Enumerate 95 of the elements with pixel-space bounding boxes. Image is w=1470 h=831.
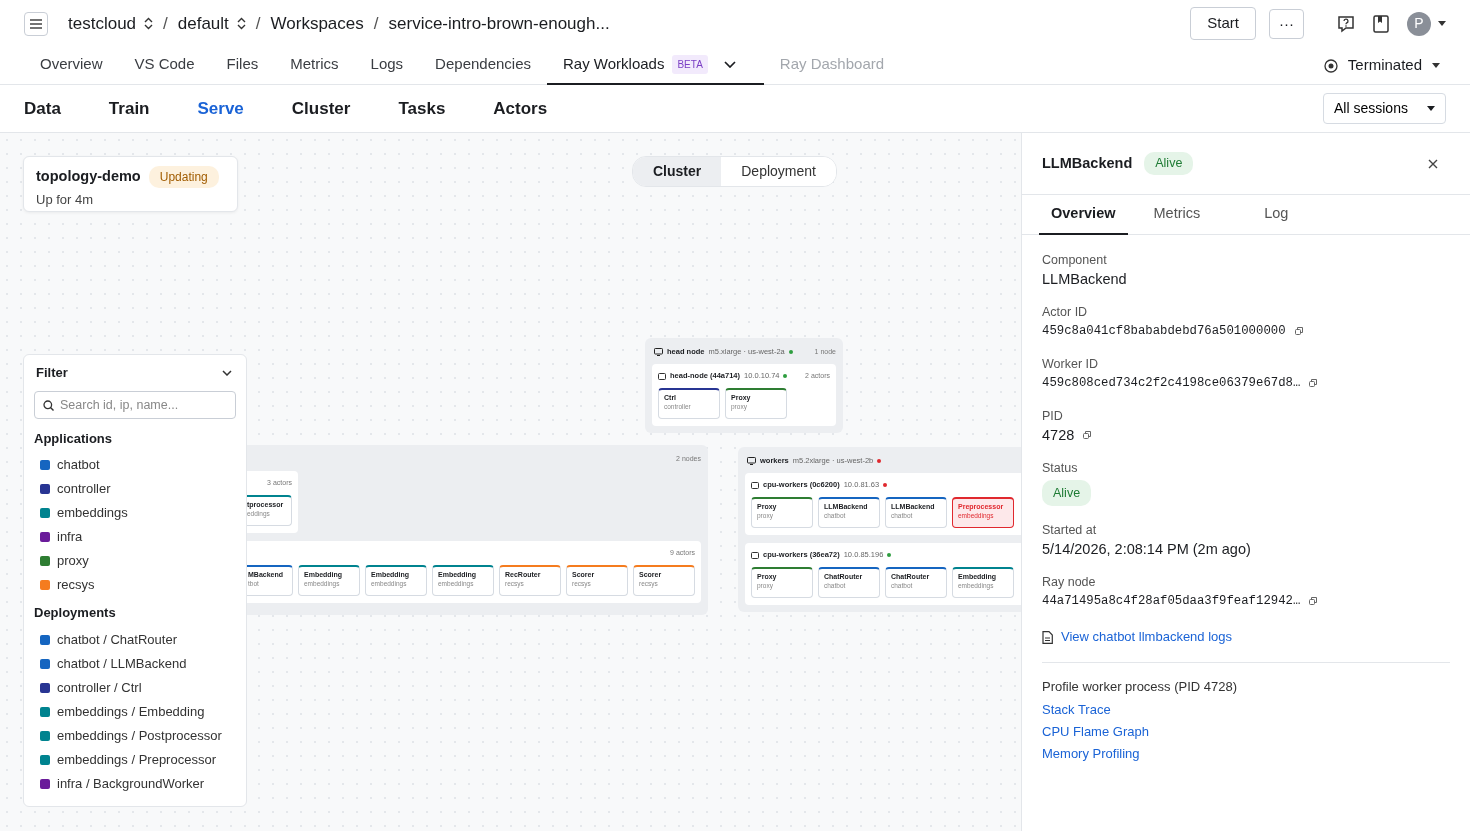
filter-option[interactable]: chatbot xyxy=(57,455,100,475)
section-tab[interactable]: Tasks xyxy=(398,95,446,122)
filter-option[interactable]: embeddings / Postprocessor xyxy=(57,725,222,746)
filter-option[interactable]: controller / Ctrl xyxy=(57,677,142,698)
breadcrumb-link[interactable]: service-intro-brown-enough... xyxy=(388,10,610,37)
section-tab[interactable]: Train xyxy=(108,95,150,122)
bookmark-book-icon[interactable] xyxy=(1373,14,1389,33)
section-tab[interactable]: Serve xyxy=(197,95,244,122)
more-button[interactable]: ··· xyxy=(1269,8,1304,39)
nav-tab[interactable]: Overview xyxy=(24,46,119,85)
field-label: Status xyxy=(1042,460,1079,476)
profile-link[interactable]: CPU Flame Graph xyxy=(1042,720,1149,743)
switcher-icon[interactable] xyxy=(144,17,154,30)
field-value: 44a71495a8c4f28af05daa3f9feaf12942… xyxy=(1042,593,1301,610)
breadcrumb-link[interactable]: testcloud xyxy=(68,10,137,37)
service-name: topology-demo xyxy=(36,167,141,187)
search-icon xyxy=(43,399,54,411)
field-label: Component xyxy=(1042,252,1108,268)
profile-link[interactable]: Stack Trace xyxy=(1042,698,1111,721)
menu-button[interactable] xyxy=(24,11,48,36)
copy-icon[interactable] xyxy=(1294,327,1303,335)
chevron-down-icon xyxy=(723,61,736,68)
switcher-icon[interactable] xyxy=(236,17,246,30)
field-value: 4728 xyxy=(1042,426,1075,445)
copy-icon[interactable] xyxy=(1083,431,1092,439)
nav-tab[interactable]: Metrics xyxy=(274,46,355,85)
field-label: Ray node xyxy=(1042,574,1097,590)
filter-option[interactable]: chatbot / LLMBackend xyxy=(57,653,187,674)
breadcrumb-separator: / xyxy=(163,12,168,35)
breadcrumb-link[interactable]: Workspaces xyxy=(270,10,364,37)
status-badge: Alive xyxy=(1042,480,1092,506)
close-button[interactable] xyxy=(1428,158,1438,169)
detail-tab[interactable]: Metrics xyxy=(1141,195,1213,235)
uptime-text: Up for 4m xyxy=(36,191,95,209)
field-value: 5/14/2026, 2:08:14 PM (2m ago) xyxy=(1042,540,1251,559)
profile-link[interactable]: Memory Profiling xyxy=(1042,742,1140,765)
filter-option[interactable]: infra xyxy=(57,527,83,547)
detail-tab[interactable]: Overview xyxy=(1039,195,1128,235)
logs-link[interactable]: View chatbot llmbackend logs xyxy=(1061,626,1233,648)
monitor-icon xyxy=(747,457,756,465)
document-icon xyxy=(1042,630,1053,644)
section-heading: Deployments xyxy=(34,604,117,622)
filter-option[interactable]: embeddings / Embedding xyxy=(57,701,205,722)
help-icon[interactable] xyxy=(1337,14,1355,33)
node-square-icon xyxy=(751,551,759,559)
caret-icon xyxy=(1432,63,1440,68)
section-tab[interactable]: Data xyxy=(24,95,61,122)
search-field[interactable]: Search id, ip, name... xyxy=(34,390,236,419)
status-badge: Alive xyxy=(1144,152,1194,175)
filter-option[interactable]: chatbot / ChatRouter xyxy=(57,629,177,650)
nav-tab[interactable]: VS Code xyxy=(118,46,211,85)
caret-icon xyxy=(1427,106,1435,111)
copy-icon[interactable] xyxy=(1309,597,1318,605)
section-tab[interactable]: Cluster xyxy=(291,95,351,122)
field-label: PID xyxy=(1042,408,1064,424)
panel-title: LLMBackend xyxy=(1042,153,1133,173)
filter-option[interactable]: recsys xyxy=(57,575,95,595)
field-label: Started at xyxy=(1042,522,1098,538)
chevron-down-icon xyxy=(222,369,232,376)
profile-heading: Profile worker process (PID 4728) xyxy=(1042,678,1239,696)
session-dropdown[interactable]: All sessions xyxy=(1323,93,1446,124)
status-badge: Updating xyxy=(148,166,219,188)
filter-title: Filter xyxy=(35,364,68,382)
field-value: 459c808ced734c2f2c4198ce06379e67d8… xyxy=(1042,375,1301,392)
nav-tab[interactable]: Files xyxy=(210,46,275,85)
nav-tab[interactable]: Logs xyxy=(354,46,420,85)
view-toggle-option[interactable]: Cluster xyxy=(633,157,722,186)
monitor-icon xyxy=(654,348,663,356)
section-tab[interactable]: Actors xyxy=(493,95,548,122)
nav-tab[interactable]: Dependencies xyxy=(419,46,547,85)
field-label: Actor ID xyxy=(1042,304,1089,320)
filter-option[interactable]: infra / BackgroundWorker xyxy=(57,773,205,794)
node-square-icon xyxy=(751,481,759,489)
field-label: Worker ID xyxy=(1042,356,1100,372)
cluster-status[interactable]: Terminated xyxy=(1347,54,1422,77)
caret-icon xyxy=(1438,21,1446,26)
field-value: 459c8a041cf8bababdebd76a501000000 xyxy=(1042,323,1286,340)
filter-option[interactable]: proxy xyxy=(57,551,89,571)
breadcrumb-link[interactable]: default xyxy=(177,10,229,37)
node-square-icon xyxy=(658,372,666,380)
close-icon xyxy=(1428,158,1438,169)
menu-icon xyxy=(30,18,42,29)
section-heading: Applications xyxy=(34,429,113,448)
filter-option[interactable]: controller xyxy=(57,479,111,499)
copy-icon[interactable] xyxy=(1309,379,1318,387)
start-button[interactable]: Start xyxy=(1190,7,1256,40)
beta-badge: BETA xyxy=(672,55,708,74)
status-circle-icon xyxy=(1323,58,1338,73)
field-value: LLMBackend xyxy=(1042,270,1127,289)
detail-tab[interactable]: Log xyxy=(1252,195,1301,235)
nav-tab[interactable]: Ray Workloads BETA xyxy=(547,46,764,85)
filter-option[interactable]: embeddings / Preprocessor xyxy=(57,749,216,770)
filter-option[interactable]: embeddings xyxy=(57,503,128,523)
breadcrumb-separator: / xyxy=(255,12,261,35)
breadcrumb-separator: / xyxy=(373,12,379,35)
